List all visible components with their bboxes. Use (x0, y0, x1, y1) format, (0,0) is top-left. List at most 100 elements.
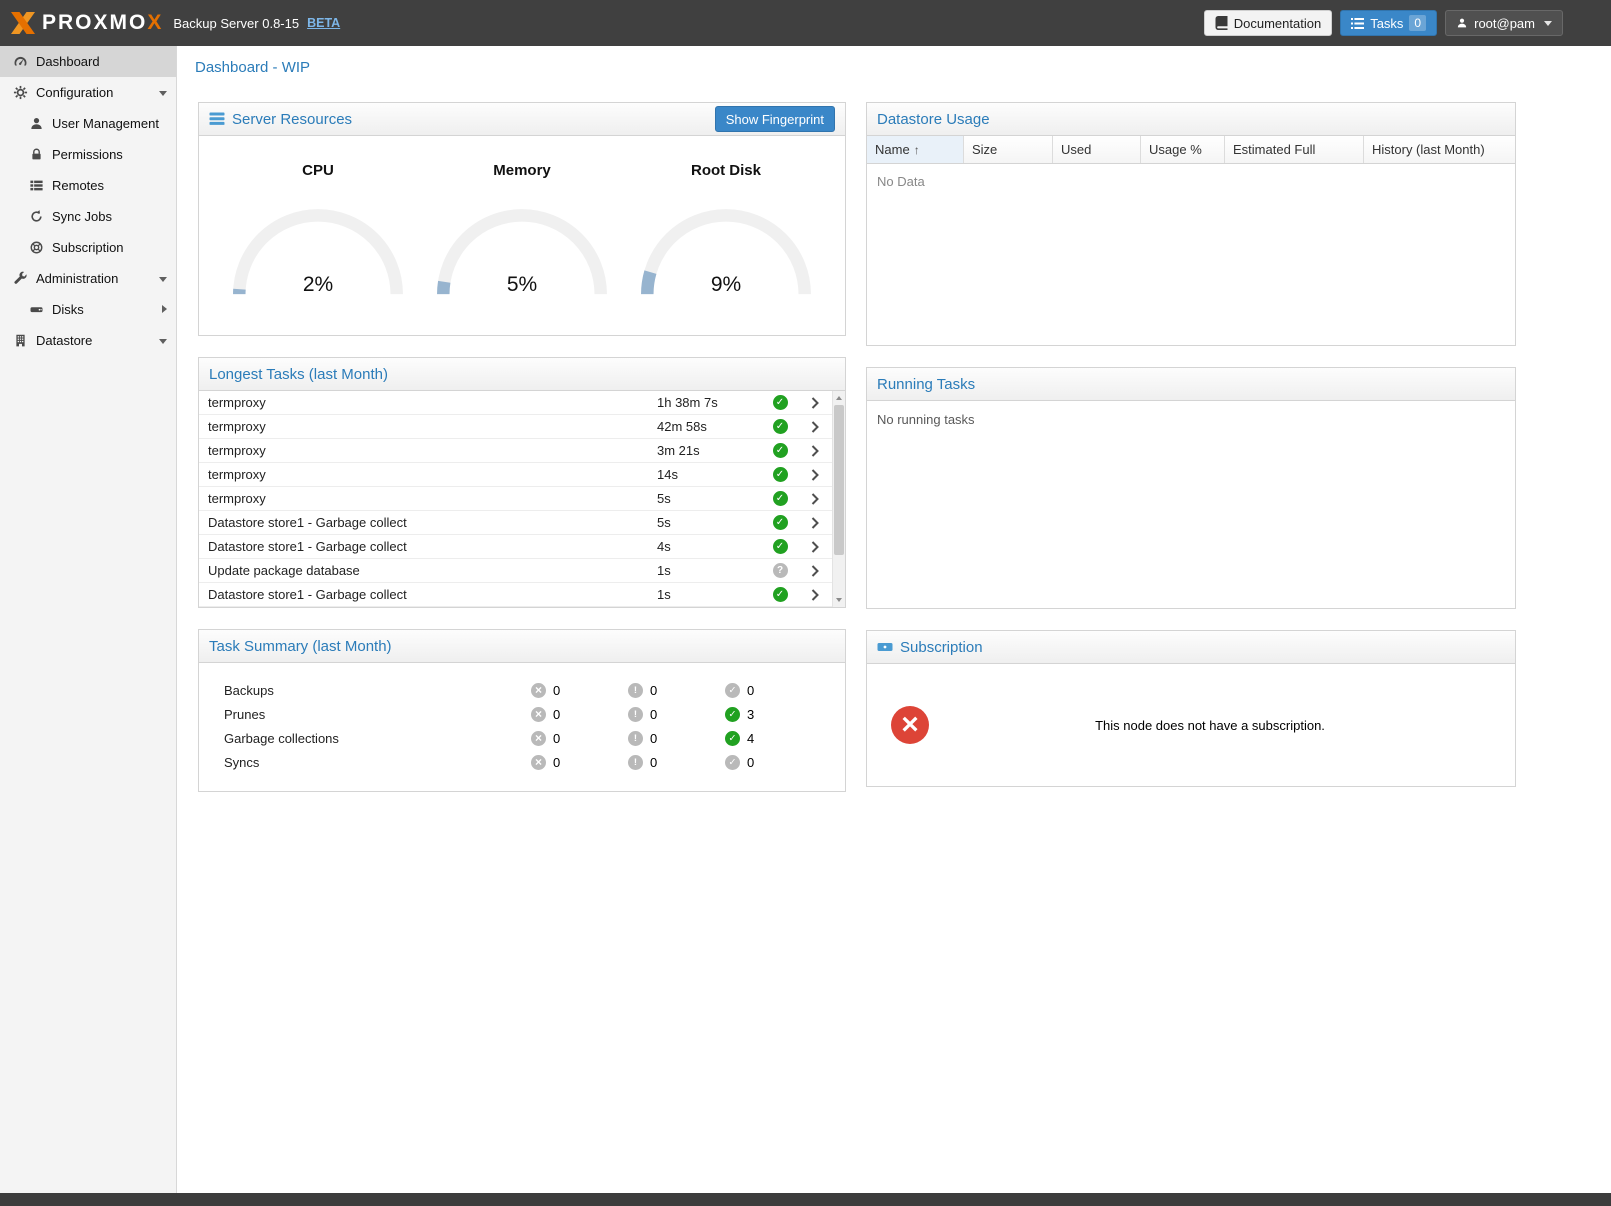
tasks-button[interactable]: Tasks 0 (1340, 10, 1437, 36)
longest-tasks-panel: Longest Tasks (last Month) termproxy 1h … (198, 357, 846, 608)
proxmox-logo: PROXMOX (10, 11, 163, 35)
chevron-right-icon[interactable] (798, 493, 832, 505)
chevron-down-icon[interactable] (159, 91, 167, 96)
chevron-down-icon[interactable] (159, 339, 167, 344)
column-header-name[interactable]: Name↑ (867, 136, 964, 163)
sidebar-item-disks[interactable]: Disks (0, 294, 176, 325)
scrollbar-thumb[interactable] (834, 405, 844, 555)
server-resources-header: Server Resources Show Fingerprint (199, 103, 845, 136)
task-status-icon (773, 467, 788, 482)
bottom-bar (0, 1193, 1611, 1206)
datastore-usage-columns: Name↑ Size Used Usage % Estimated Full H… (867, 136, 1515, 164)
summary-row: Syncs 0 0 0 (199, 750, 845, 774)
sidebar-item-administration[interactable]: Administration (0, 263, 176, 294)
server-resources-panel: Server Resources Show Fingerprint CPU (198, 102, 846, 336)
chevron-down-icon[interactable] (159, 277, 167, 282)
ok-count-icon (725, 731, 740, 746)
server-bars-icon (209, 112, 225, 126)
scroll-up-icon[interactable] (833, 392, 845, 404)
chevron-right-icon[interactable] (798, 397, 832, 409)
task-status-icon (773, 419, 788, 434)
task-summary-panel: Task Summary (last Month) Backups 0 0 0 … (198, 629, 846, 792)
sidebar-item-sync-jobs[interactable]: Sync Jobs (0, 201, 176, 232)
chevron-right-icon[interactable] (798, 541, 832, 553)
sidebar-item-configuration[interactable]: Configuration (0, 77, 176, 108)
column-header-history[interactable]: History (last Month) (1364, 136, 1515, 163)
scrollbar[interactable] (832, 391, 845, 607)
sidebar-item-permissions[interactable]: Permissions (0, 139, 176, 170)
user-menu-button[interactable]: root@pam (1445, 10, 1563, 36)
task-row[interactable]: Datastore store1 - Garbage collect 4s (199, 535, 832, 559)
warning-count-icon (628, 707, 643, 722)
book-icon (1215, 16, 1228, 30)
app: PROXMOX Backup Server 0.8-15 BETA Docume… (0, 0, 1611, 1206)
subscription-body: × This node does not have a subscription… (867, 664, 1515, 786)
task-row[interactable]: termproxy 1h 38m 7s (199, 391, 832, 415)
ok-count-icon (725, 755, 740, 770)
datastore-usage-panel: Datastore Usage Name↑ Size Used Usage % … (866, 102, 1516, 346)
show-fingerprint-button[interactable]: Show Fingerprint (715, 106, 835, 132)
chevron-right-icon[interactable] (162, 305, 167, 313)
running-tasks-header: Running Tasks (867, 368, 1515, 401)
column-header-usage-pct[interactable]: Usage % (1141, 136, 1225, 163)
tachometer-icon (12, 54, 28, 70)
chevron-right-icon[interactable] (798, 445, 832, 457)
summary-row: Prunes 0 0 3 (199, 702, 845, 726)
page-title: Dashboard - WIP (177, 46, 1611, 85)
times-circle-icon: × (891, 706, 929, 744)
refresh-icon (28, 209, 44, 225)
summary-row: Garbage collections 0 0 4 (199, 726, 845, 750)
sidebar-item-remotes[interactable]: Remotes (0, 170, 176, 201)
root-disk-gauge: Root Disk 9% (631, 162, 821, 297)
task-summary-body: Backups 0 0 0 Prunes 0 0 3 (199, 663, 845, 791)
error-count-icon (531, 731, 546, 746)
error-count-icon (531, 707, 546, 722)
cpu-gauge: CPU 2% (223, 162, 413, 297)
task-list-icon (1351, 18, 1364, 29)
sidebar-item-datastore[interactable]: Datastore (0, 325, 176, 356)
life-ring-icon (28, 240, 44, 256)
chevron-right-icon[interactable] (798, 517, 832, 529)
documentation-button[interactable]: Documentation (1204, 10, 1332, 36)
task-row[interactable]: Update package database 1s (199, 559, 832, 583)
proxmox-x-icon (10, 11, 36, 35)
task-row[interactable]: termproxy 14s (199, 463, 832, 487)
column-header-size[interactable]: Size (964, 136, 1053, 163)
sort-asc-icon: ↑ (914, 143, 920, 157)
sidebar-item-subscription[interactable]: Subscription (0, 232, 176, 263)
task-row[interactable]: Datastore store1 - Garbage collect 5s (199, 511, 832, 535)
datastore-usage-header: Datastore Usage (867, 103, 1515, 136)
chevron-right-icon[interactable] (798, 589, 832, 601)
sidebar: Dashboard Configuration User Management (0, 46, 177, 1193)
lock-icon (28, 147, 44, 163)
column-header-used[interactable]: Used (1053, 136, 1141, 163)
beta-link[interactable]: BETA (307, 16, 340, 30)
task-row[interactable]: termproxy 3m 21s (199, 439, 832, 463)
task-status-icon (773, 587, 788, 602)
sidebar-item-dashboard[interactable]: Dashboard (0, 46, 176, 77)
chevron-right-icon[interactable] (798, 421, 832, 433)
task-row[interactable]: termproxy 42m 58s (199, 415, 832, 439)
error-count-icon (531, 755, 546, 770)
wrench-icon (12, 271, 28, 287)
chevron-right-icon[interactable] (798, 565, 832, 577)
column-header-estimated-full[interactable]: Estimated Full (1225, 136, 1364, 163)
task-summary-header: Task Summary (last Month) (199, 630, 845, 663)
task-row[interactable]: Datastore store1 - Garbage collect 1s (199, 583, 832, 607)
sidebar-item-user-management[interactable]: User Management (0, 108, 176, 139)
building-icon (12, 333, 28, 349)
root-disk-gauge-value: 9% (631, 273, 821, 297)
subscription-message: This node does not have a subscription. (929, 718, 1491, 733)
running-tasks-panel: Running Tasks No running tasks (866, 367, 1516, 609)
datastore-usage-empty: No Data (867, 164, 1515, 345)
ok-count-icon (725, 683, 740, 698)
task-status-icon (773, 443, 788, 458)
chevron-right-icon[interactable] (798, 469, 832, 481)
scroll-down-icon[interactable] (833, 594, 845, 606)
tasks-count-badge: 0 (1409, 15, 1426, 31)
warning-count-icon (628, 683, 643, 698)
error-count-icon (531, 683, 546, 698)
task-row[interactable]: termproxy 5s (199, 487, 832, 511)
ok-count-icon (725, 707, 740, 722)
memory-gauge: Memory 5% (427, 162, 617, 297)
